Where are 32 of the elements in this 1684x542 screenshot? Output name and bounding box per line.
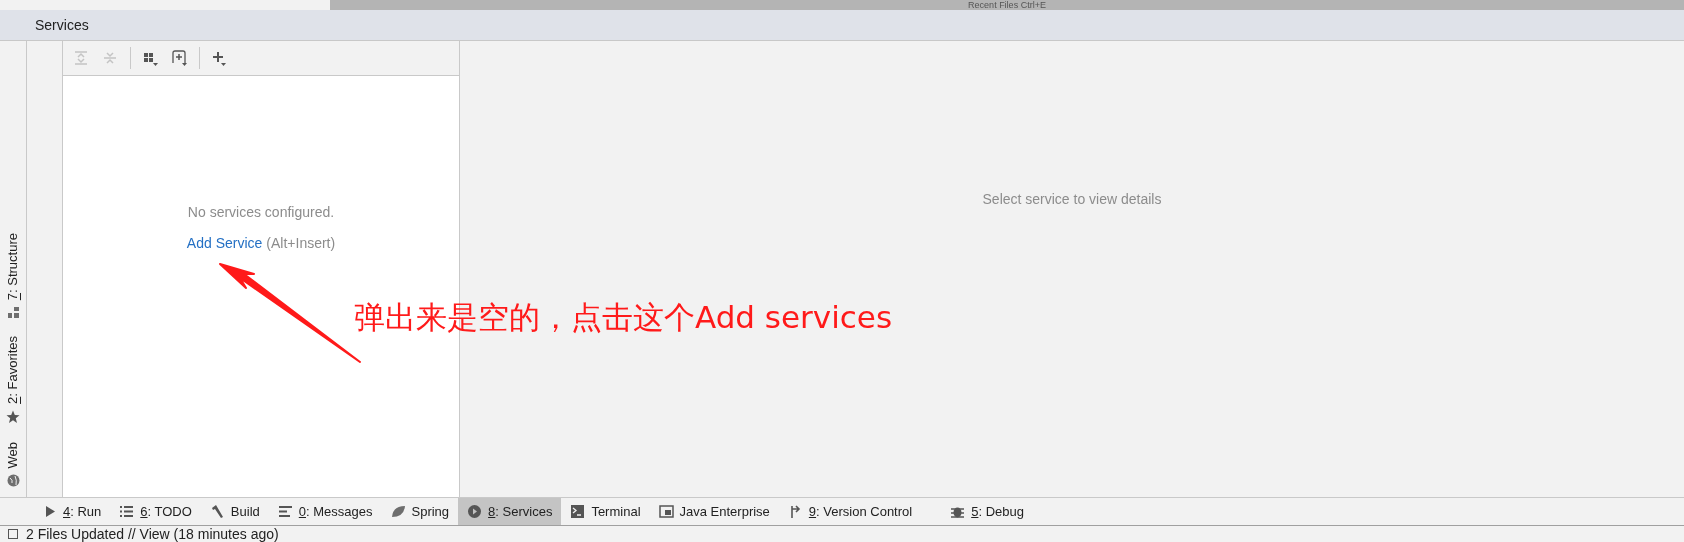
terminal-icon [570, 504, 586, 519]
layout-icon[interactable] [8, 529, 18, 539]
tool-window-button[interactable]: 2: Favorites [3, 335, 23, 424]
detail-hint: Select service to view details [982, 190, 1162, 207]
star-icon [6, 409, 20, 424]
tool-window-tab[interactable]: 8: Services [458, 498, 562, 525]
tool-window-tab[interactable]: 0: Messages [268, 498, 382, 525]
tool-window-tab[interactable]: 6: TODO [110, 498, 201, 525]
tool-window-tab[interactable]: Spring [381, 498, 459, 525]
lines-icon [277, 504, 293, 519]
tool-window-tab[interactable]: 4: Run [33, 498, 111, 525]
window-icon [658, 504, 674, 519]
leaf-icon [390, 504, 406, 519]
tool-window-button[interactable]: 7: Structure [3, 233, 23, 318]
play-circle-icon [467, 504, 483, 519]
tool-window-tab[interactable]: 9: Version Control [778, 498, 922, 525]
tool-window-tab[interactable]: Terminal [561, 498, 650, 525]
add-service-link[interactable]: Add Service [186, 233, 263, 254]
globe-icon [6, 474, 20, 487]
tool-window-tab[interactable]: 5: Debug [941, 498, 1033, 525]
list-icon [119, 504, 135, 519]
panel-title: Services [35, 15, 89, 35]
tool-window-tab[interactable]: Build [200, 498, 269, 525]
empty-message: No services configured. [187, 203, 335, 222]
recent-files-hint: Recent Files Ctrl+E [968, 0, 1046, 10]
tool-window-button[interactable]: Web [3, 441, 23, 487]
status-message: 2 Files Updated // View (18 minutes ago) [26, 526, 279, 542]
shortcut-hint: (Alt+Insert) [266, 234, 336, 253]
structure-icon [7, 306, 19, 318]
annotation-text: 弹出来是空的，点击这个Add services [354, 298, 893, 336]
hammer-icon [209, 504, 225, 519]
tool-window-tab[interactable]: Java Enterprise [649, 498, 779, 525]
